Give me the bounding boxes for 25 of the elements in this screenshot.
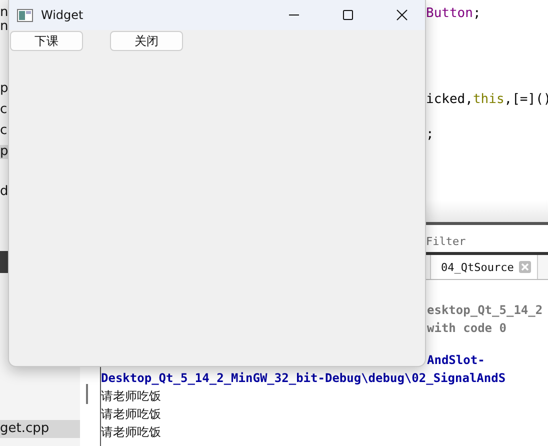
file-item[interactable]: n	[0, 6, 8, 20]
window-title: Widget	[41, 8, 84, 22]
file-item[interactable]: get.cpp	[0, 420, 80, 438]
output-line: with code 0	[426, 320, 508, 337]
output-line: 请老师吃饭	[101, 424, 162, 441]
output-line: 请老师吃饭	[101, 388, 162, 405]
file-item[interactable]: d	[0, 185, 8, 199]
file-item[interactable]: c	[0, 124, 8, 138]
maximize-icon[interactable]	[342, 9, 354, 21]
window-icon	[17, 8, 33, 22]
close-icon[interactable]	[396, 9, 408, 21]
output-line: AndSlot-	[426, 352, 486, 369]
scrollbar-thumb[interactable]	[86, 384, 88, 404]
output-line: esktop_Qt_5_14_2	[426, 302, 543, 319]
output-line: Desktop_Qt_5_14_2_MinGW_32_bit-Debug\debug\02_SignalAndS	[101, 370, 507, 387]
code-line: ;	[426, 126, 435, 144]
file-item[interactable]: p	[0, 82, 8, 96]
file-item[interactable]: n	[0, 20, 8, 34]
output-tab[interactable]: 04_QtSource	[430, 255, 538, 279]
code-line: Button;	[426, 5, 482, 23]
push-button[interactable]: 关闭	[110, 31, 183, 51]
file-item[interactable]: p	[0, 145, 8, 159]
file-item[interactable]: c	[0, 103, 8, 117]
push-button[interactable]: 下课	[10, 31, 83, 51]
output-line: 请老师吃饭	[101, 406, 162, 423]
